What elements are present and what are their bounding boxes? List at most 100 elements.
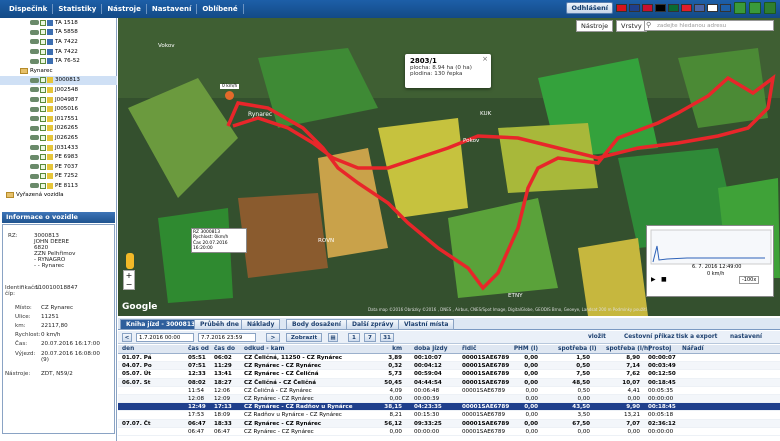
visibility-checkbox[interactable]	[40, 125, 46, 132]
tab-0[interactable]: Kniha jízd - 3000813	[120, 319, 202, 330]
tree-item[interactable]: J002548	[0, 85, 117, 95]
tree-item[interactable]: PE 8113	[0, 181, 117, 191]
tab-4[interactable]: Další zprávy	[346, 319, 400, 330]
column-header[interactable]: Nářadí	[682, 346, 712, 352]
visibility-checkbox[interactable]	[40, 19, 46, 26]
language-flag-icon[interactable]	[707, 4, 718, 12]
language-flag-icon[interactable]	[681, 4, 692, 12]
popup-close-icon[interactable]: ×	[482, 55, 488, 63]
range-1-button[interactable]: 1	[348, 333, 360, 342]
export-icon[interactable]	[734, 2, 746, 14]
tree-item[interactable]: Vyřazená vozidla	[0, 191, 117, 201]
visibility-checkbox[interactable]	[40, 144, 46, 151]
menu-item-2[interactable]: Nástroje	[102, 4, 147, 14]
column-header[interactable]: řidič	[462, 346, 502, 352]
menu-item-4[interactable]: Oblíbené	[197, 4, 244, 14]
tree-item[interactable]: TA 1518	[0, 18, 117, 28]
close-icon[interactable]	[764, 2, 776, 14]
tree-item[interactable]: TA 5858	[0, 28, 117, 38]
language-flag-icon[interactable]	[668, 4, 679, 12]
table-row[interactable]: 04.07. Po 07:51 11:29 CZ Rynárec - CZ Rynár…	[118, 362, 780, 371]
visibility-checkbox[interactable]	[40, 173, 46, 180]
visibility-checkbox[interactable]	[40, 115, 46, 122]
tree-item[interactable]: J004987	[0, 95, 117, 105]
table-row[interactable]: 17:53 18:09 CZ Radňov u Rynárce - CZ Rynár…	[118, 411, 780, 420]
tab-5[interactable]: Vlastní místa	[398, 319, 455, 330]
visibility-checkbox[interactable]	[40, 182, 46, 189]
visibility-checkbox[interactable]	[40, 38, 46, 45]
tree-item[interactable]: J017551	[0, 114, 117, 124]
column-header[interactable]: spotřeba (l)	[558, 346, 597, 352]
language-flag-icon[interactable]	[629, 4, 640, 12]
table-row[interactable]: 06.07. St 08:02 18:27 CZ Čeličná - CZ Čelič…	[118, 378, 780, 387]
column-header[interactable]: km	[376, 346, 402, 352]
print-export-link[interactable]: tisk a export	[676, 334, 717, 340]
language-flag-icon[interactable]	[655, 4, 666, 12]
visibility-checkbox[interactable]	[40, 86, 46, 93]
tree-item[interactable]: J005016	[0, 104, 117, 114]
language-flag-icon[interactable]	[694, 4, 705, 12]
visibility-checkbox[interactable]	[40, 134, 46, 141]
column-header[interactable]: den	[122, 346, 162, 352]
table-row[interactable]: 07.07. Čt 06:47 18:33 CZ Rynárec - CZ Rynár…	[118, 419, 780, 428]
vehicle-marker-icon[interactable]	[225, 91, 234, 100]
language-flag-icon[interactable]	[616, 4, 627, 12]
settings-link[interactable]: nastavení	[730, 334, 762, 340]
table-row[interactable]: 05.07. Út 12:33 13:41 CZ Rynárec - CZ Čelič…	[118, 370, 780, 379]
address-search-input[interactable]: zadejte hledanou adresu	[644, 20, 774, 31]
travel-order-link[interactable]: Cestovní příkaz	[624, 334, 674, 340]
column-header[interactable]: Prostoj	[648, 346, 678, 352]
date-to-input[interactable]: 7.7.2016 23:59	[198, 333, 256, 342]
tab-1[interactable]: Průběh dne	[194, 319, 245, 330]
range-7-button[interactable]: 7	[364, 333, 376, 342]
visibility-checkbox[interactable]	[40, 154, 46, 161]
tree-item[interactable]: PE 6983	[0, 152, 117, 162]
next-period-button[interactable]: >	[266, 333, 280, 342]
map-layers-button[interactable]: Vrstvy	[616, 20, 647, 32]
menu-item-1[interactable]: Statistiky	[53, 4, 103, 14]
date-from-input[interactable]: 1.7.2016 00:00	[136, 333, 194, 342]
column-header[interactable]: doba jízdy	[414, 346, 454, 352]
tree-item[interactable]: PE 7037	[0, 162, 117, 172]
tree-item[interactable]: TA 7422	[0, 47, 117, 57]
table-row[interactable]: 11:54 12:06 CZ Čeličná - CZ Rynárec 4,09 00:…	[118, 387, 780, 395]
range-31-button[interactable]: 31	[380, 333, 394, 342]
language-flag-icon[interactable]	[720, 4, 731, 12]
tree-item[interactable]: TA 7422	[0, 37, 117, 47]
tree-item[interactable]: TA 76-52	[0, 56, 117, 66]
visibility-checkbox[interactable]	[40, 48, 46, 55]
column-header[interactable]: odkud - kam	[244, 346, 364, 352]
logout-button[interactable]: Odhlášení	[566, 2, 613, 14]
column-header[interactable]: PHM (l)	[508, 346, 538, 352]
tree-item[interactable]: J026265	[0, 133, 117, 143]
visibility-checkbox[interactable]	[40, 106, 46, 113]
tree-item[interactable]: J026265	[0, 124, 117, 134]
tab-3[interactable]: Body dosažení	[286, 319, 347, 330]
tree-item[interactable]: J031433	[0, 143, 117, 153]
map-view[interactable]: Nástroje Vrstvy zadejte hledanou adresu …	[118, 18, 780, 316]
table-row[interactable]: 12:49 17:13 CZ Rynárec - CZ Radňov u Rynár…	[118, 403, 780, 412]
calendar-icon[interactable]: ▦	[328, 333, 338, 342]
visibility-checkbox[interactable]	[40, 58, 46, 65]
speed-multiplier-select[interactable]: -100x	[739, 276, 760, 284]
menu-item-0[interactable]: Dispečink	[4, 4, 54, 14]
tree-item[interactable]: 3000813	[0, 75, 117, 86]
language-flag-icon[interactable]	[642, 4, 653, 12]
table-row[interactable]: 06:47 06:47 CZ Rynárec - CZ Rynárec 0,00 00:…	[118, 428, 780, 436]
tree-item[interactable]: Rynarec	[0, 66, 117, 76]
zoom-out-button[interactable]: −	[124, 280, 134, 289]
visibility-checkbox[interactable]	[40, 163, 46, 170]
street-view-pegman-icon[interactable]	[126, 253, 134, 269]
column-header[interactable]: čas od	[188, 346, 209, 352]
visibility-checkbox[interactable]	[40, 29, 46, 36]
map-tools-button[interactable]: Nástroje	[576, 20, 614, 32]
show-button[interactable]: Zobrazit	[286, 333, 322, 342]
tab-2[interactable]: Náklady	[241, 319, 281, 330]
zoom-in-button[interactable]: +	[124, 271, 134, 280]
table-row[interactable]: 12:08 12:09 CZ Rynárec - CZ Rynárec 0,00 00:…	[118, 394, 780, 404]
tree-item[interactable]: PE 7252	[0, 172, 117, 182]
table-row[interactable]: 01.07. Pá 05:51 06:02 CZ Čeličná, 11250 - C…	[118, 354, 780, 363]
prev-period-button[interactable]: <	[122, 333, 132, 342]
play-icon[interactable]: ▶	[651, 276, 656, 283]
column-header[interactable]: čas do	[214, 346, 235, 352]
